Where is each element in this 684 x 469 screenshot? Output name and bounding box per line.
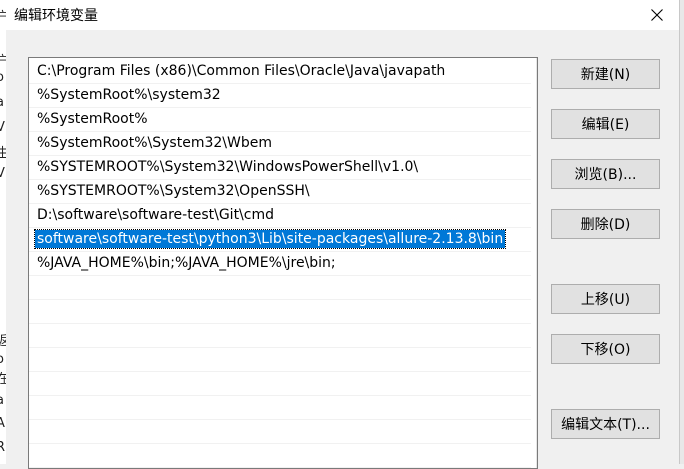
delete-button[interactable]: 删除(D) [551, 209, 660, 239]
background-fragment: a [0, 393, 4, 408]
path-list-item[interactable]: %SYSTEMROOT%\System32\WindowsPowerShell\… [29, 156, 531, 180]
background-fragment: o [0, 352, 4, 367]
close-button[interactable] [634, 0, 680, 30]
empty-row[interactable] [29, 396, 531, 420]
edit-button[interactable]: 编辑(E) [551, 109, 660, 139]
dialog-title: 编辑环境变量 [14, 8, 98, 24]
path-list-item[interactable]: C:\Program Files (x86)\Common Files\Orac… [29, 60, 531, 84]
path-value: %SystemRoot%\system32 [37, 87, 221, 103]
empty-row[interactable] [29, 324, 531, 348]
empty-row[interactable] [29, 276, 531, 300]
path-value: %SystemRoot%\System32\Wbem [37, 135, 272, 151]
edit-env-variable-dialog: 编辑环境变量 C:\Program Files (x86)\Common Fil… [6, 0, 680, 469]
path-list-item[interactable]: %SystemRoot%\System32\Wbem [29, 132, 531, 156]
move-up-button[interactable]: 上移(U) [551, 284, 660, 314]
title-bar[interactable]: 编辑环境变量 [6, 0, 680, 30]
path-list-item[interactable]: %SystemRoot%\system32 [29, 84, 531, 108]
path-value: %SystemRoot% [37, 111, 148, 127]
background-window-edge-right [679, 0, 684, 464]
new-button[interactable]: 新建(N) [551, 59, 660, 89]
path-list[interactable]: C:\Program Files (x86)\Common Files\Orac… [28, 57, 538, 469]
background-fragment: R [0, 440, 5, 455]
empty-row[interactable] [29, 300, 531, 324]
background-fragment: V [0, 166, 5, 181]
path-value: %SYSTEMROOT%\System32\OpenSSH\ [37, 183, 310, 199]
path-list-item[interactable]: %SYSTEMROOT%\System32\OpenSSH\ [29, 180, 531, 204]
path-value: %JAVA_HOME%\bin;%JAVA_HOME%\jre\bin; [37, 255, 336, 271]
edit-text-button[interactable]: 编辑文本(T)... [551, 409, 660, 439]
path-value: software\software-test\python3\Lib\site-… [33, 229, 507, 249]
background-fragment: A [0, 416, 5, 431]
path-list-item[interactable]: %SystemRoot% [29, 108, 531, 132]
empty-row[interactable] [29, 348, 531, 372]
browse-button[interactable]: 浏览(B)... [551, 159, 660, 189]
path-value: %SYSTEMROOT%\System32\WindowsPowerShell\… [37, 159, 419, 175]
background-fragment: a [0, 95, 4, 110]
path-list-item[interactable]: %JAVA_HOME%\bin;%JAVA_HOME%\jre\bin; [29, 252, 531, 276]
move-down-button[interactable]: 下移(O) [551, 334, 660, 364]
path-list-item[interactable]: D:\software\software-test\Git\cmd [29, 204, 531, 228]
close-icon [651, 9, 663, 21]
background-fragment: V [0, 120, 5, 135]
empty-row[interactable] [29, 372, 531, 396]
path-value: C:\Program Files (x86)\Common Files\Orac… [37, 63, 446, 79]
path-value: D:\software\software-test\Git\cmd [37, 207, 274, 223]
path-list-item-selected[interactable]: software\software-test\python3\Lib\site-… [29, 228, 531, 252]
empty-row[interactable] [29, 420, 531, 444]
list-right-border [536, 58, 537, 468]
background-fragment: o [0, 70, 4, 85]
empty-row[interactable] [29, 444, 531, 468]
